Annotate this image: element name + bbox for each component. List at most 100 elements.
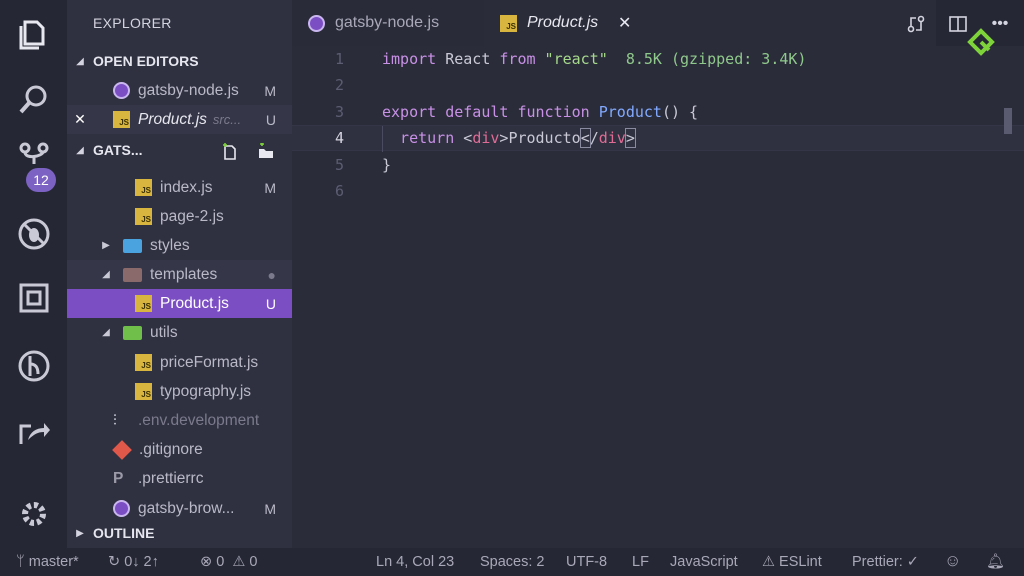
sync-status[interactable]: ↻ 0↓ 2↑ bbox=[108, 554, 159, 570]
tree-item-gatsby-browser[interactable]: gatsby-brow... M bbox=[67, 494, 292, 523]
close-icon[interactable]: ✕ bbox=[67, 111, 93, 128]
code-editor[interactable]: 1 import React from "react" 8.5K (gzippe… bbox=[292, 46, 1024, 548]
notifications-bell-icon[interactable]: 🔔︎ bbox=[986, 552, 1005, 570]
gatsby-icon bbox=[113, 82, 130, 99]
modified-dot: ● bbox=[267, 266, 276, 283]
tree-item-label: .gitignore bbox=[139, 440, 203, 458]
branch-icon: ᛘ bbox=[16, 554, 29, 570]
js-file-icon: JS bbox=[113, 111, 130, 128]
status-bar: ᛘ master* ↻ 0↓ 2↑ ⊗ 0 ⚠ 0 Ln 4, Col 23 S… bbox=[0, 548, 1024, 576]
code-text: import React from "react" 8.5K (gzipped:… bbox=[382, 50, 807, 68]
tree-item-label: .prettierrc bbox=[138, 469, 204, 487]
git-status: U bbox=[265, 295, 276, 312]
line-number: 4 bbox=[334, 129, 344, 147]
chevron-right-icon: ▶ bbox=[76, 527, 84, 539]
explorer-toolbar bbox=[219, 141, 292, 163]
new-folder-icon[interactable] bbox=[255, 141, 277, 163]
tab-gatsby-node[interactable]: gatsby-node.js bbox=[292, 0, 484, 46]
activity-bar: 12 bbox=[0, 0, 67, 548]
feedback-smiley-icon[interactable]: ☺ bbox=[944, 551, 961, 571]
tree-item-priceformat[interactable]: JS priceFormat.js bbox=[67, 348, 292, 377]
branch-status[interactable]: ᛘ master* bbox=[16, 554, 79, 570]
tree-item-label: index.js bbox=[160, 178, 213, 196]
chevron-down-icon: ◢ bbox=[102, 269, 110, 280]
outline-label: OUTLINE bbox=[93, 525, 155, 541]
import-cost-hint: 8.5K (gzipped: 3.4K) bbox=[607, 50, 807, 68]
encoding-status[interactable]: UTF-8 bbox=[566, 554, 607, 570]
live-share-icon[interactable] bbox=[14, 412, 54, 452]
project-label: GATS... bbox=[93, 142, 143, 158]
brand-logo-icon bbox=[967, 28, 995, 56]
line-number: 2 bbox=[334, 76, 344, 94]
tab-product[interactable]: JS Product.js ✕ bbox=[484, 0, 936, 46]
js-file-icon: JS bbox=[135, 208, 152, 225]
gatsby-icon bbox=[113, 500, 130, 517]
prettier-status[interactable]: Prettier: ✓ bbox=[852, 554, 919, 570]
git-icon bbox=[112, 439, 132, 460]
tree-item-label: templates bbox=[150, 265, 218, 283]
tree-folder-templates[interactable]: ◢ templates ● bbox=[67, 260, 292, 289]
explorer-icon[interactable] bbox=[14, 14, 54, 54]
tree-item-index[interactable]: JS index.js M bbox=[67, 173, 292, 202]
compare-changes-icon[interactable] bbox=[904, 12, 928, 36]
git-status: U bbox=[265, 111, 276, 128]
open-editor-item-active[interactable]: ✕ JS Product.js src... U bbox=[67, 105, 292, 134]
tree-item-env[interactable]: ⫶ .env.development bbox=[67, 406, 292, 435]
open-editor-label: gatsby-node.js bbox=[138, 81, 239, 99]
code-line: 3 export default function Product() { bbox=[292, 99, 1024, 125]
line-number: 1 bbox=[334, 50, 344, 68]
eslint-status[interactable]: ⚠ ESLint bbox=[762, 554, 822, 570]
problems-status[interactable]: ⊗ 0 ⚠ 0 bbox=[200, 554, 257, 570]
folder-icon bbox=[123, 325, 142, 340]
indentation-status[interactable]: Spaces: 2 bbox=[480, 554, 545, 570]
js-file-icon: JS bbox=[500, 14, 517, 32]
tree-item-label: typography.js bbox=[160, 382, 252, 400]
close-icon[interactable]: ✕ bbox=[618, 13, 631, 33]
extensions-icon[interactable] bbox=[14, 278, 54, 318]
chevron-down-icon: ◢ bbox=[76, 144, 84, 156]
new-file-icon[interactable] bbox=[219, 141, 241, 163]
tree-item-label: utils bbox=[150, 323, 178, 341]
gitlens-icon[interactable] bbox=[14, 346, 54, 386]
js-file-icon: JS bbox=[135, 179, 152, 196]
git-status: M bbox=[264, 82, 276, 99]
search-icon[interactable] bbox=[14, 80, 54, 120]
overview-ruler-mark bbox=[1004, 108, 1012, 134]
tree-folder-utils[interactable]: ◢ utils bbox=[67, 318, 292, 347]
eol-status[interactable]: LF bbox=[632, 554, 649, 570]
open-editors-section[interactable]: ◢ OPEN EDITORS bbox=[67, 48, 292, 74]
open-editors-label: OPEN EDITORS bbox=[93, 53, 199, 69]
tree-folder-styles[interactable]: ▶ styles bbox=[67, 231, 292, 260]
tree-item-label: gatsby-brow... bbox=[138, 499, 235, 517]
open-editor-item[interactable]: gatsby-node.js M bbox=[67, 76, 292, 105]
language-mode[interactable]: JavaScript bbox=[670, 554, 738, 570]
git-status: M bbox=[264, 500, 276, 517]
code-line: 1 import React from "react" 8.5K (gzippe… bbox=[292, 46, 1024, 72]
code-line: 2 bbox=[292, 72, 1024, 98]
outline-section[interactable]: ▶ OUTLINE bbox=[67, 520, 292, 546]
error-icon: ⊗ bbox=[200, 554, 217, 570]
tree-item-prettierrc[interactable]: P .prettierrc bbox=[67, 464, 292, 493]
open-editor-label: Product.js bbox=[138, 110, 207, 128]
tree-item-page-2[interactable]: JS page-2.js bbox=[67, 202, 292, 231]
chevron-down-icon: ◢ bbox=[102, 327, 110, 338]
cursor-position[interactable]: Ln 4, Col 23 bbox=[376, 554, 454, 570]
settings-gear-icon[interactable] bbox=[14, 494, 54, 534]
tree-item-typography[interactable]: JS typography.js bbox=[67, 377, 292, 406]
line-number: 3 bbox=[334, 103, 344, 121]
sync-icon: ↻ bbox=[108, 554, 125, 570]
code-text: export default function Product() { bbox=[382, 103, 699, 121]
gatsby-icon bbox=[308, 14, 325, 32]
prettier-icon: P bbox=[113, 469, 124, 487]
tree-item-gitignore[interactable]: .gitignore bbox=[67, 435, 292, 464]
debug-icon[interactable] bbox=[14, 214, 54, 254]
code-text: return <div>Producto</div> bbox=[382, 128, 636, 148]
line-number: 6 bbox=[334, 182, 344, 200]
tree-item-label: priceFormat.js bbox=[160, 353, 259, 371]
tree-item-product[interactable]: JS Product.js U bbox=[67, 289, 292, 318]
folder-icon bbox=[123, 267, 142, 282]
sliders-icon: ⫶ bbox=[113, 412, 117, 429]
tree-item-label: Product.js bbox=[160, 294, 229, 312]
warning-icon: ⚠ bbox=[762, 554, 780, 570]
scm-badge: 12 bbox=[26, 168, 56, 192]
